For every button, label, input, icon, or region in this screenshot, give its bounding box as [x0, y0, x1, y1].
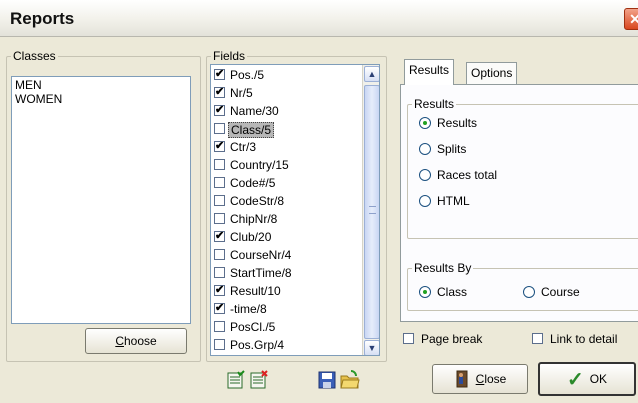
field-checkbox[interactable] [214, 249, 225, 260]
radio-selected-dot [423, 290, 427, 294]
field-checkbox[interactable] [214, 267, 225, 278]
check-all-icon [227, 370, 245, 389]
radio-class-label: Class [437, 285, 468, 299]
close-window-button[interactable]: ✕ [624, 8, 638, 30]
ok-button[interactable]: ✓ OK [538, 362, 636, 396]
field-label: Code#/5 [230, 176, 276, 190]
title-bar: Reports ✕ [0, 0, 638, 37]
radio-results-button[interactable] [419, 117, 431, 129]
checkmark-icon: ✓ [566, 368, 584, 391]
field-label: Club/20 [230, 230, 272, 244]
radio-course-button[interactable] [523, 286, 535, 298]
field-label: ChipNr/8 [230, 212, 278, 226]
radio-races-total-button[interactable] [419, 169, 431, 181]
class-item-men[interactable]: MEN [12, 78, 190, 92]
choose-button-label: Choose [115, 334, 157, 348]
chevron-down-icon: ▼ [367, 343, 377, 353]
field-label: -time/8 [230, 302, 267, 316]
field-label: StartTime/8 [230, 266, 292, 280]
grip-icon [369, 206, 376, 214]
fields-listbox[interactable]: ✔ Pos./5 ✔ Nr/5 ✔ Name/30 Class/5 ✔ Ctr/3 Country… [210, 64, 380, 356]
page-break-label: Page break [421, 332, 483, 346]
page-break-checkbox[interactable] [403, 333, 414, 344]
save-icon [318, 371, 336, 389]
field-checkbox[interactable]: ✔ [214, 231, 225, 242]
open-folder-icon [340, 370, 360, 389]
fields-legend: Fields [213, 49, 246, 63]
field-label: Result/10 [230, 284, 281, 298]
field-checkbox[interactable]: ✔ [214, 87, 225, 98]
field-label: Name/30 [230, 104, 279, 118]
fields-scrollbar[interactable]: ▲ ▼ [362, 65, 379, 355]
uncheck-all-icon [250, 370, 268, 389]
class-item-women[interactable]: WOMEN [12, 92, 190, 106]
field-checkbox[interactable]: ✔ [214, 105, 225, 116]
choose-button[interactable]: Choose [85, 328, 187, 354]
scroll-thumb[interactable] [364, 85, 379, 339]
field-label: Nr/5 [230, 86, 253, 100]
deselect-all-button[interactable] [249, 370, 269, 390]
radio-races-total-label: Races total [437, 168, 498, 182]
radio-html-button[interactable] [419, 195, 431, 207]
field-label: CodeStr/8 [230, 194, 285, 208]
field-label: Pos.Grp/4 [230, 338, 285, 352]
save-button[interactable] [317, 370, 337, 390]
field-checkbox[interactable]: ✔ [214, 141, 225, 152]
close-button-label: Close [475, 372, 507, 386]
radio-course-label: Course [541, 285, 580, 299]
field-label: Class/5 [228, 122, 275, 138]
results-group-legend: Results [414, 97, 455, 111]
tab-results[interactable]: Results [404, 59, 455, 85]
results-tab-panel: Results Results Splits Races total HTML … [400, 84, 638, 322]
radio-splits-label: Splits [437, 142, 467, 156]
select-all-button[interactable] [226, 370, 246, 390]
radio-results-label: Results [437, 116, 478, 130]
radio-class-button[interactable] [419, 286, 431, 298]
field-checkbox[interactable] [214, 213, 225, 224]
field-checkbox[interactable] [214, 339, 225, 350]
close-button[interactable]: Close [432, 364, 528, 394]
radio-selected-dot [423, 121, 427, 125]
field-checkbox[interactable]: ✔ [214, 303, 225, 314]
field-checkbox[interactable] [214, 123, 225, 134]
link-to-detail-label: Link to detail [550, 332, 618, 346]
field-checkbox[interactable] [214, 177, 225, 188]
field-checkbox[interactable] [214, 159, 225, 170]
field-checkbox[interactable]: ✔ [214, 285, 225, 296]
window-title: Reports [10, 9, 75, 28]
field-label: CourseNr/4 [230, 248, 292, 262]
field-checkbox[interactable]: ✔ [214, 69, 225, 80]
field-checkbox[interactable] [214, 321, 225, 332]
field-label: Pos./5 [230, 68, 265, 82]
ok-button-label: OK [589, 372, 608, 386]
scroll-down-button[interactable]: ▼ [364, 340, 379, 355]
field-label: PosCl./5 [230, 320, 276, 334]
field-label: Country/15 [230, 158, 289, 172]
tab-options[interactable]: Options [466, 62, 518, 84]
door-exit-icon [456, 370, 468, 388]
link-to-detail-checkbox[interactable] [532, 333, 543, 344]
open-button[interactable] [340, 370, 360, 390]
radio-html-label: HTML [437, 194, 470, 208]
radio-splits-button[interactable] [419, 143, 431, 155]
chevron-up-icon: ▲ [367, 69, 377, 79]
classes-listbox[interactable]: MEN WOMEN [11, 76, 191, 324]
field-checkbox[interactable] [214, 195, 225, 206]
scroll-up-button[interactable]: ▲ [364, 66, 379, 82]
results-by-legend: Results By [414, 261, 472, 275]
classes-legend: Classes [13, 49, 56, 63]
close-icon: ✕ [629, 10, 638, 27]
field-label: Ctr/3 [230, 140, 257, 154]
